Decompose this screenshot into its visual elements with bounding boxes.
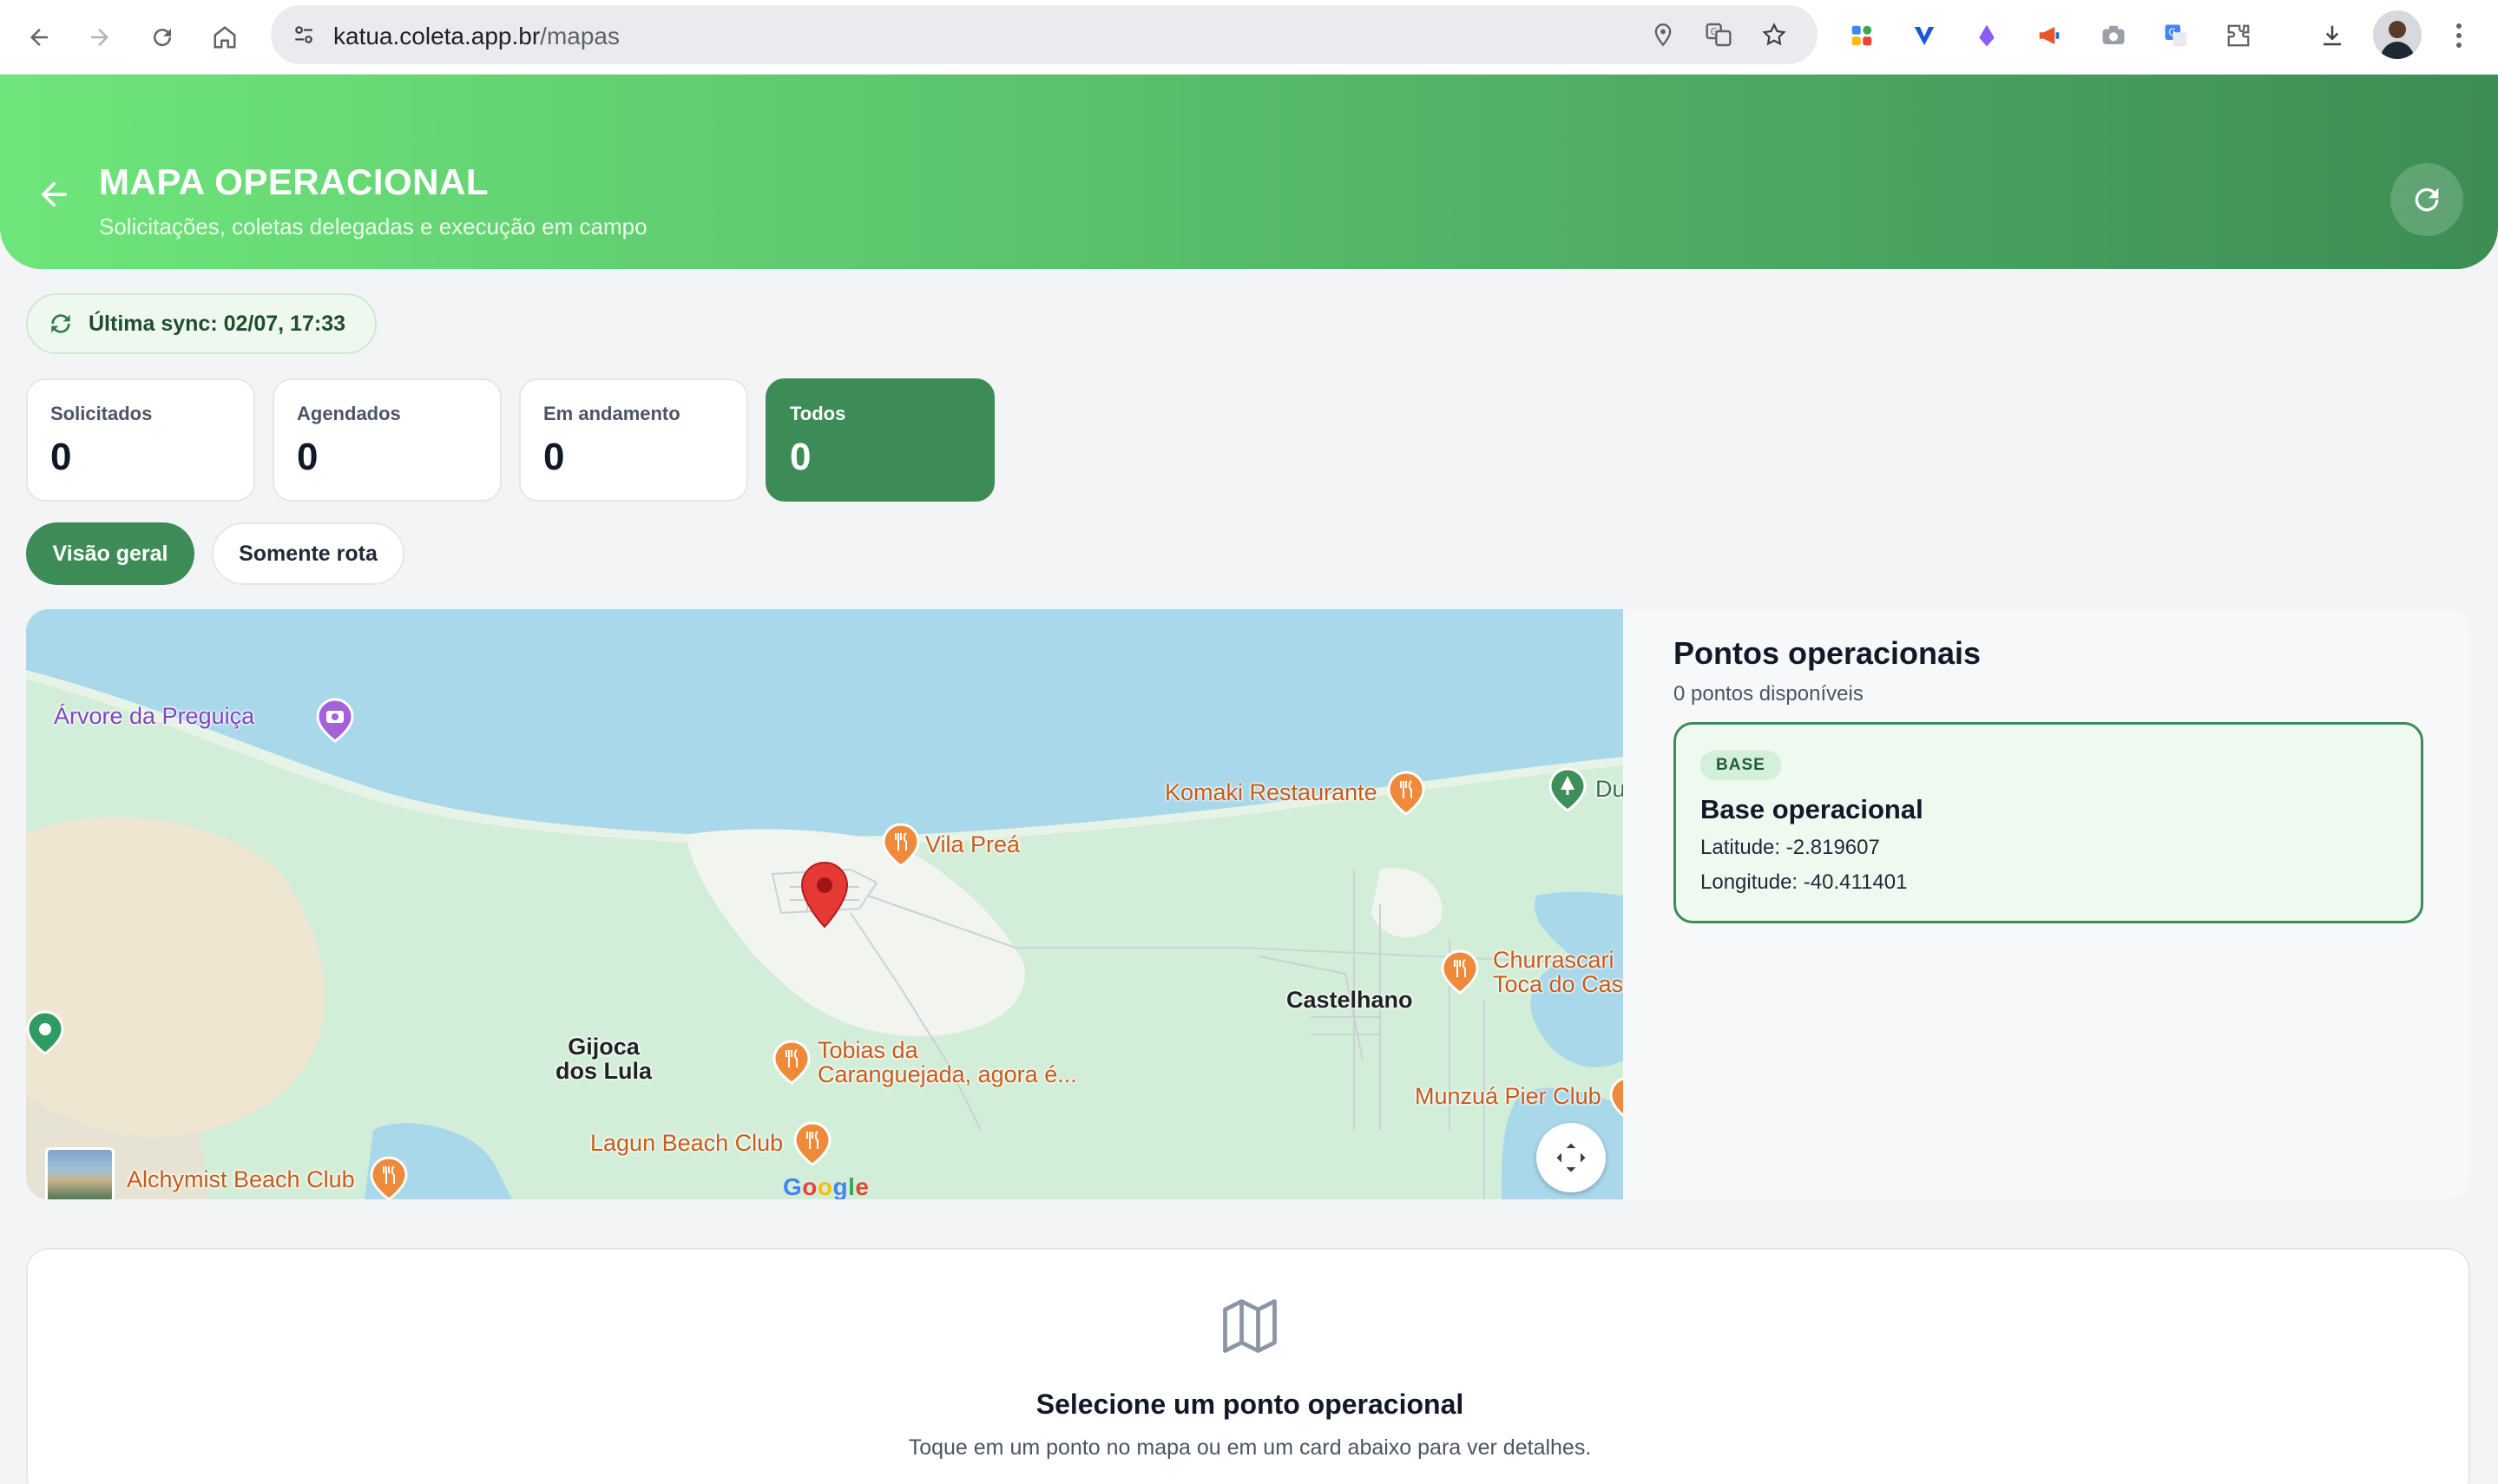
stat-label: Solicitados [50,403,153,424]
empty-state-title: Selecione um ponto operacional [1035,1389,1464,1420]
browser-toolbar: katua.coleta.app.br/mapas G G [0,0,2498,75]
translate-icon[interactable]: G [1701,17,1736,52]
sync-status-badge: Última sync: 02/07, 17:33 [26,293,377,354]
empty-state-card: Selecione um ponto operacional Toque em … [26,1248,2470,1484]
map-label-komaki[interactable]: Komaki Restaurante [1165,779,1377,806]
map-label-gijoca-line2: dos Lula [555,1058,653,1084]
base-location-marker-icon[interactable] [799,861,851,930]
reload-icon[interactable] [141,16,184,59]
stat-value: 0 [50,436,72,478]
stat-label: Todos [790,403,846,424]
stat-card-todos[interactable]: Todos 0 [766,378,995,502]
map-label-churrascaria-line1: Churrascari [1493,947,1614,973]
stat-card-agendados[interactable]: Agendados 0 [273,378,502,502]
extension-camera-icon[interactable] [2095,17,2132,54]
address-bar[interactable]: katua.coleta.app.br/mapas G [271,5,1818,64]
stat-card-em-andamento[interactable]: Em andamento 0 [519,378,748,502]
map-section: Árvore da Preguiça Komaki Restaurante Du… [26,609,2470,1199]
extension-apps-icon[interactable] [1844,17,1880,54]
points-panel-title: Pontos operacionais [1673,635,1982,671]
stat-value: 0 [543,436,565,478]
page-subtitle: Solicitações, coletas delegadas e execuç… [99,213,648,240]
back-icon[interactable] [17,16,61,59]
refresh-icon [2415,187,2439,212]
route-only-toggle-button[interactable]: Somente rota [212,522,404,585]
svg-text:G: G [1711,26,1718,37]
site-settings-icon[interactable] [286,17,321,52]
extension-crystal-icon[interactable] [1969,17,2005,54]
map-fullscreen-button[interactable] [1536,1123,1606,1192]
restaurant-poi-icon[interactable] [1387,771,1425,816]
extension-v-icon[interactable] [1906,17,1943,54]
base-longitude: Longitude: -40.411401 [1700,870,1908,894]
url-path: /mapas [540,23,620,49]
extension-translate-icon[interactable]: G [2158,17,2194,54]
url-host: katua.coleta.app.br [333,23,541,49]
svg-text:G: G [2168,27,2176,38]
map-label-du[interactable]: Du [1595,776,1626,803]
page-title: MAPA OPERACIONAL [99,161,489,202]
map-label-castelhano[interactable]: Castelhano [1286,988,1413,1012]
refresh-button[interactable] [2390,163,2463,236]
map-label-arvore[interactable]: Árvore da Preguiça [54,703,254,730]
points-panel: Pontos operacionais 0 pontos disponíveis… [1623,609,2470,1199]
base-latitude: Latitude: -2.819607 [1700,836,1880,859]
camera-poi-icon[interactable] [316,698,354,743]
restaurant-poi-icon[interactable] [1441,949,1479,995]
extensions-puzzle-icon[interactable] [2220,17,2257,54]
sync-label: Última sync: 02/07, 17:33 [89,311,345,336]
base-name: Base operacional [1700,794,1923,824]
map-icon [1217,1293,1283,1359]
home-icon[interactable] [203,16,247,59]
stat-card-solicitados[interactable]: Solicitados 0 [26,378,255,502]
map-label-alchymist[interactable]: Alchymist Beach Club [127,1166,355,1193]
restaurant-poi-icon[interactable] [370,1156,408,1199]
map-label-churrascaria-line2: Toca do Cas [1493,971,1624,997]
app-header: MAPA OPERACIONAL Solicitações, coletas d… [0,75,2498,269]
map-label-tobias[interactable]: Tobias da Caranguejada, agora é... [818,1038,1077,1087]
location-icon[interactable] [1646,17,1680,52]
restaurant-poi-icon[interactable] [772,1040,811,1085]
back-arrow-icon[interactable] [35,175,73,213]
green-poi-icon[interactable] [26,1010,64,1055]
map-label-vila-prea[interactable]: Vila Preá [925,831,1020,858]
url-text[interactable]: katua.coleta.app.br/mapas [333,23,620,50]
restaurant-poi-icon[interactable] [793,1121,832,1166]
stat-value: 0 [297,436,319,478]
map-label-tobias-line2: Caranguejada, agora é... [818,1061,1077,1087]
browser-menu-icon[interactable] [2441,17,2477,54]
base-point-card[interactable]: BASE Base operacional Latitude: -2.81960… [1673,722,2423,923]
park-poi-icon[interactable] [1548,767,1587,812]
map-label-gijoca-line1: Gijoca [568,1034,640,1060]
download-icon[interactable] [2314,17,2350,54]
map-satellite-thumbnail[interactable] [45,1147,115,1199]
forward-icon[interactable] [78,16,122,59]
stat-value: 0 [790,436,812,478]
map-label-churrascaria[interactable]: Churrascari Toca do Cas [1493,948,1623,996]
map-canvas[interactable]: Árvore da Preguiça Komaki Restaurante Du… [26,609,1647,1199]
sync-icon [51,314,70,333]
empty-state-description: Toque em um ponto no mapa ou em um card … [908,1435,1592,1460]
restaurant-poi-icon[interactable] [882,823,920,868]
stat-label: Em andamento [543,403,680,424]
extension-megaphone-icon[interactable] [2031,17,2067,54]
overview-toggle-button[interactable]: Visão geral [26,522,194,585]
map-label-munzua[interactable]: Munzuá Pier Club [1415,1083,1601,1110]
points-count: 0 pontos disponíveis [1673,682,1864,706]
map-label-gijoca[interactable]: Gijoca dos Lula [555,1034,652,1083]
bookmark-star-icon[interactable] [1757,17,1791,52]
base-badge: BASE [1700,751,1781,780]
stat-label: Agendados [297,403,401,424]
profile-avatar[interactable] [2373,10,2422,59]
expand-arrows-icon [1556,1143,1586,1172]
map-label-tobias-line1: Tobias da [818,1037,918,1063]
map-label-lagun[interactable]: Lagun Beach Club [590,1130,783,1157]
google-logo: Google [783,1173,870,1199]
